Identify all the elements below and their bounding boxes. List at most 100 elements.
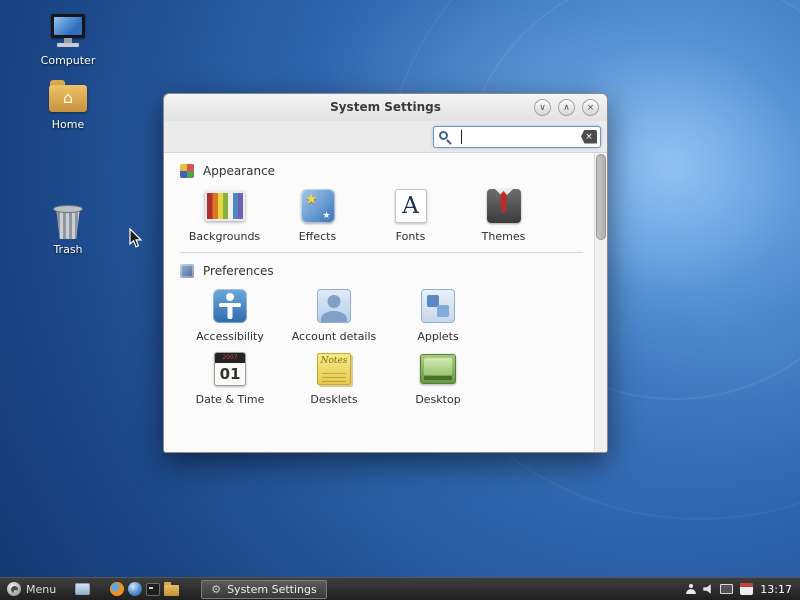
account-details-icon [317, 289, 351, 323]
calendar-year: 2007 [215, 353, 245, 363]
monitor-screen [54, 17, 82, 35]
settings-item-label: Applets [386, 330, 490, 343]
clock[interactable]: 13:17 [760, 583, 792, 596]
settings-item-desklets[interactable]: Notes Desklets [282, 349, 386, 406]
trash-body [54, 209, 82, 239]
icon-slot [386, 286, 490, 326]
icon-slot [178, 186, 271, 226]
settings-item-date-time[interactable]: 2007 01 Date & Time [178, 349, 282, 406]
settings-item-label: Account details [282, 330, 386, 343]
appearance-grid: Backgrounds ★ ★ Effects A [174, 186, 589, 249]
desktop-icon-trash[interactable]: Trash [36, 202, 100, 256]
computer-icon-art [36, 13, 100, 51]
desklets-icon: Notes [317, 353, 351, 385]
search-entry: × [433, 126, 601, 148]
terminal-icon[interactable] [146, 583, 160, 596]
display-icon[interactable] [720, 584, 733, 594]
menu-button[interactable]: Menu [0, 578, 63, 600]
settings-item-label: Themes [457, 230, 550, 243]
settings-item-label: Desklets [282, 393, 386, 406]
scrollbar-thumb[interactable] [596, 154, 606, 240]
trash-lid [53, 205, 83, 213]
letter-a-glyph: A [402, 193, 419, 219]
mouse-cursor [129, 228, 143, 249]
section-header-appearance: Appearance [180, 164, 587, 178]
user-applet-icon[interactable] [686, 584, 696, 594]
settings-item-label: Effects [271, 230, 364, 243]
settings-item-label: Desktop [386, 393, 490, 406]
settings-item-account-details[interactable]: Account details [282, 286, 386, 343]
taskbar-window-label: System Settings [227, 583, 317, 596]
system-tray: 13:17 [686, 583, 800, 596]
computer-icon [48, 14, 88, 50]
note-lines [322, 370, 346, 382]
preferences-section-icon [180, 264, 194, 278]
themes-icon [487, 189, 521, 223]
settings-item-desktop[interactable]: Desktop [386, 349, 490, 406]
calendar-day: 01 [220, 365, 241, 383]
clear-icon: × [585, 132, 593, 142]
home-icon-art: ⌂ [36, 77, 100, 115]
close-icon: × [587, 103, 595, 113]
gear-icon: ⚙ [211, 584, 221, 595]
window-buttons: ∨ ∧ × [534, 99, 599, 116]
maximize-button[interactable]: ∧ [558, 99, 575, 116]
settings-content: Appearance Backgrounds ★ ★ [164, 152, 607, 452]
settings-item-backgrounds[interactable]: Backgrounds [178, 186, 271, 243]
section-separator [180, 252, 583, 253]
files-icon[interactable] [164, 585, 179, 596]
icon-slot [457, 186, 550, 226]
icon-slot: ★ ★ [271, 186, 364, 226]
show-desktop-icon[interactable] [75, 583, 90, 595]
settings-item-effects[interactable]: ★ ★ Effects [271, 186, 364, 243]
volume-icon[interactable] [703, 584, 713, 594]
desktop-icon-label: Computer [36, 54, 100, 67]
close-button[interactable]: × [582, 99, 599, 116]
section-header-preferences: Preferences [180, 264, 587, 278]
menu-logo-icon [7, 582, 21, 596]
monitor-base [57, 43, 79, 47]
settings-item-accessibility[interactable]: Accessibility [178, 286, 282, 343]
icon-slot: Notes [282, 349, 386, 389]
settings-item-fonts[interactable]: A Fonts [364, 186, 457, 243]
text-caret [461, 130, 462, 144]
firefox-icon[interactable] [110, 582, 124, 596]
settings-item-themes[interactable]: Themes [457, 186, 550, 243]
applets-icon [421, 289, 455, 323]
chevron-up-icon: ∧ [563, 103, 570, 113]
search-toolbar: × [164, 121, 607, 152]
search-input[interactable] [433, 126, 601, 148]
desktop-icon-home[interactable]: ⌂ Home [36, 77, 100, 131]
note-text: Notes [318, 356, 350, 366]
section-label: Appearance [203, 164, 275, 178]
system-settings-window: System Settings ∨ ∧ × × Appearance [163, 93, 608, 453]
date-time-icon: 2007 01 [214, 352, 246, 386]
panel-launchers [110, 582, 179, 596]
effects-icon: ★ ★ [301, 189, 335, 223]
icon-slot [282, 286, 386, 326]
preferences-grid: Accessibility Account details Applets [174, 286, 589, 412]
trash-icon [52, 203, 84, 239]
fonts-icon: A [395, 189, 427, 223]
home-folder-icon: ⌂ [48, 80, 88, 112]
taskbar-window-button[interactable]: ⚙ System Settings [201, 580, 327, 599]
web-browser-icon[interactable] [128, 582, 142, 596]
calendar-icon[interactable] [740, 583, 753, 595]
desktop-icon-computer[interactable]: Computer [36, 13, 100, 67]
accessibility-icon [213, 289, 247, 323]
chevron-down-icon: ∨ [539, 103, 546, 113]
taskbar-panel: Menu ⚙ System Settings 13:17 [0, 577, 800, 600]
menu-label: Menu [26, 583, 56, 596]
titlebar[interactable]: System Settings ∨ ∧ × [164, 94, 607, 121]
icon-slot [386, 349, 490, 389]
settings-item-label: Accessibility [178, 330, 282, 343]
settings-item-label: Date & Time [178, 393, 282, 406]
minimize-button[interactable]: ∨ [534, 99, 551, 116]
figure-body [228, 306, 233, 319]
appearance-section-icon [180, 164, 194, 178]
home-glyph-icon: ⌂ [48, 88, 88, 108]
scrollbar[interactable] [594, 153, 607, 452]
icon-slot [178, 286, 282, 326]
icon-slot: A [364, 186, 457, 226]
settings-item-applets[interactable]: Applets [386, 286, 490, 343]
